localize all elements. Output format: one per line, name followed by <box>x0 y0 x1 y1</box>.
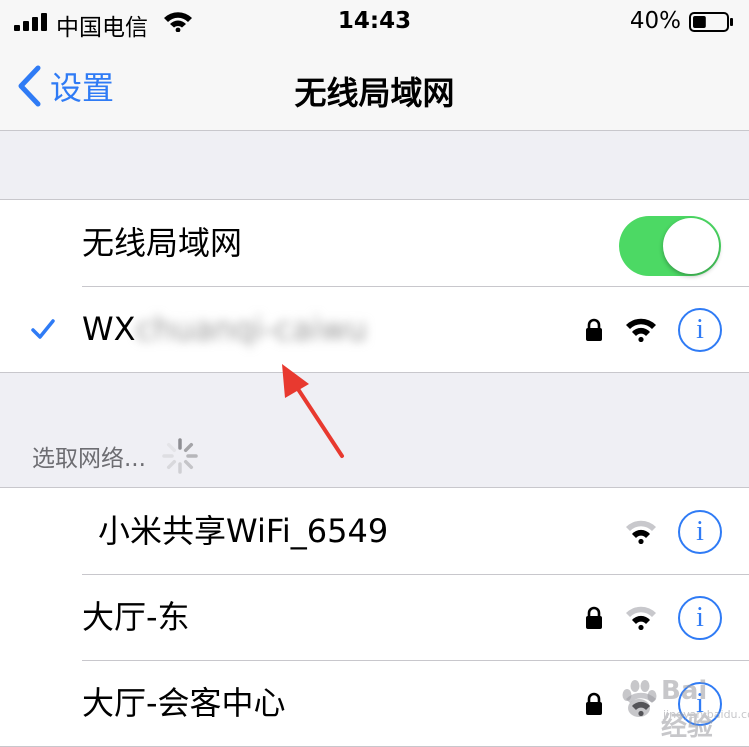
choose-network-label: 选取网络... <box>32 446 146 472</box>
wifi-signal-full-icon <box>626 318 656 342</box>
network-name: 大厅-会客中心 <box>82 684 286 722</box>
network-name: 小米共享WiFi_6549 <box>98 512 389 550</box>
connected-network-row[interactable]: WXchuanqi-caiwu i <box>0 286 749 372</box>
battery-percent: 40% <box>629 8 681 34</box>
lock-icon <box>586 318 602 341</box>
wifi-toggle-row: 无线局域网 <box>0 200 749 286</box>
battery-icon <box>689 12 733 32</box>
connected-network-name: WXchuanqi-caiwu <box>82 286 367 372</box>
network-row[interactable]: 大厅-东 i <box>0 574 749 660</box>
loading-spinner-icon <box>162 438 198 474</box>
navigation-bar: 设置 无线局域网 <box>0 44 749 131</box>
checkmark-icon <box>31 319 55 339</box>
page-title: 无线局域网 <box>294 74 455 112</box>
watermark-url: jingyan.baidu.com <box>663 708 749 721</box>
info-button[interactable]: i <box>678 308 722 352</box>
wifi-signal-medium-icon <box>626 520 656 544</box>
info-button[interactable]: i <box>678 596 722 640</box>
ssid-prefix: WX <box>82 310 136 348</box>
baidu-jingyan-watermark: Bai 经验 jingyan.baidu.com <box>619 674 749 742</box>
lock-icon <box>586 692 602 715</box>
toggle-knob <box>663 218 719 274</box>
info-button[interactable]: i <box>678 510 722 554</box>
wifi-toggle-switch[interactable] <box>619 216 721 276</box>
choose-network-header: 选取网络... <box>32 436 200 476</box>
paw-logo-icon <box>622 680 657 717</box>
lock-icon <box>586 606 602 629</box>
wifi-signal-medium-icon <box>626 606 656 630</box>
wifi-settings-group: 无线局域网 WXchuanqi-caiwu i <box>0 199 749 373</box>
network-name: 大厅-东 <box>82 598 190 636</box>
status-bar: 中国电信 14:43 40% <box>0 0 749 44</box>
wifi-toggle-label: 无线局域网 <box>82 224 243 262</box>
network-row[interactable]: 小米共享WiFi_6549 i <box>0 488 749 574</box>
ssid-obscured: chuanqi-caiwu <box>135 310 367 348</box>
